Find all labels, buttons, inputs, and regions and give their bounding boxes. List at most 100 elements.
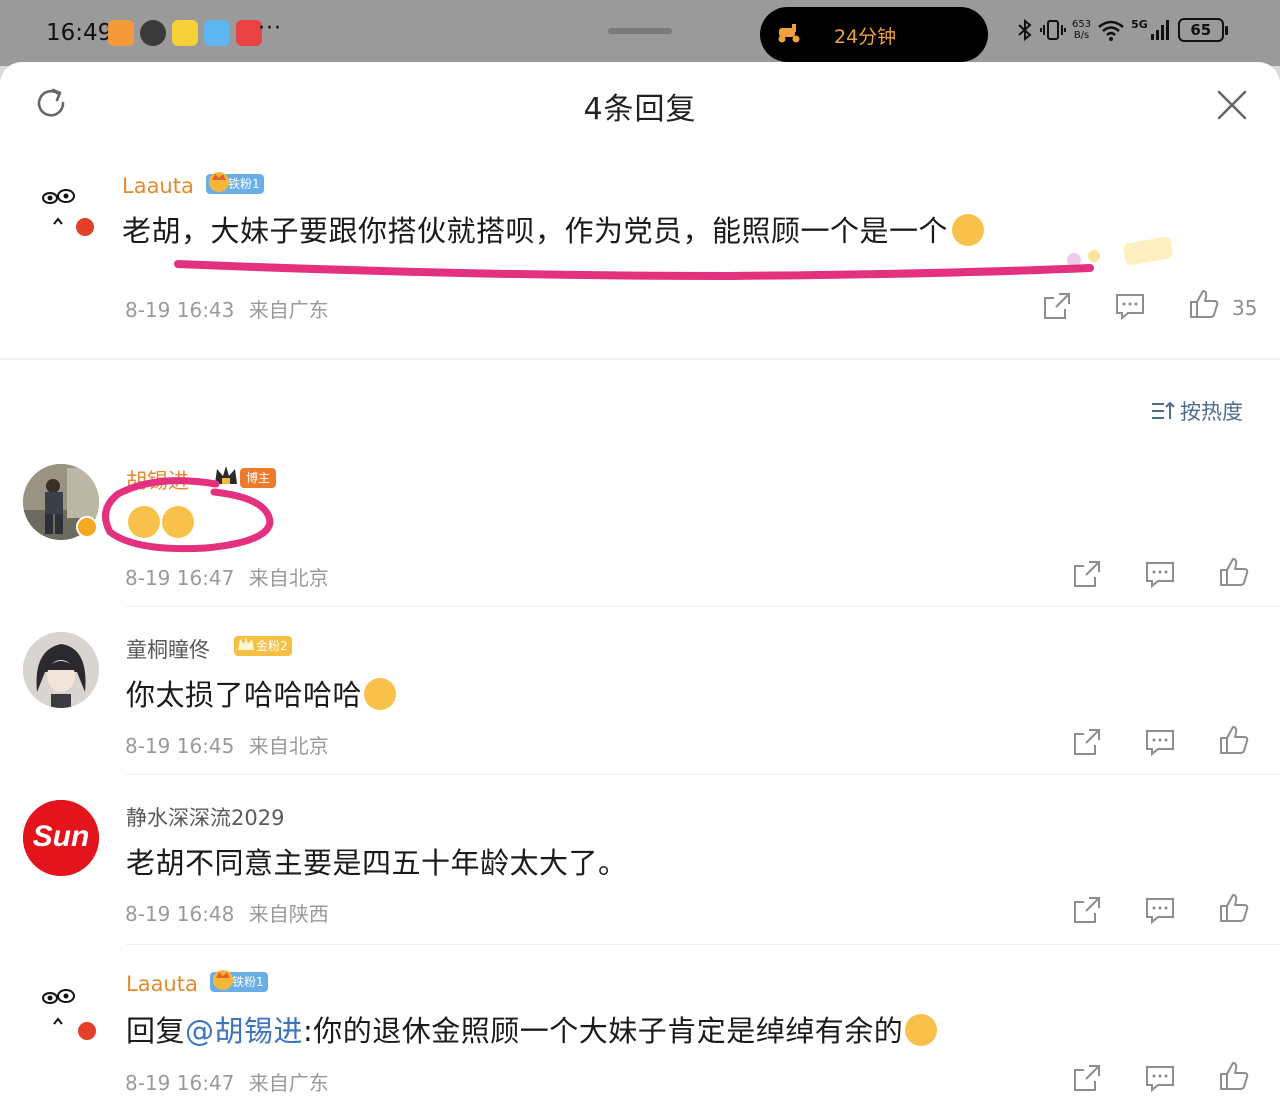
like-icon[interactable] (1218, 556, 1250, 588)
network-type: 5G (1131, 18, 1148, 31)
verified-v-badge-icon (76, 516, 98, 538)
taobao-app-icon (108, 20, 134, 46)
like-icon[interactable] (1218, 724, 1250, 756)
verified-badge-icon (76, 1020, 98, 1042)
avatar[interactable] (38, 976, 118, 1056)
like-icon[interactable] (1218, 1060, 1250, 1092)
net-speed-value: 653 (1072, 19, 1092, 30)
comment-icon[interactable] (1144, 894, 1176, 926)
reply-text: 回复@胡锡进:你的退休金照顾一个大妹子肯定是绰绰有余的 (126, 1008, 938, 1050)
reply-username[interactable]: 胡锡进 (126, 465, 189, 495)
fan-badge: 铁粉1 (206, 172, 264, 194)
reply-meta: 8-19 16:47 来自北京 (125, 562, 329, 591)
bluetooth-icon (1018, 18, 1032, 42)
like-icon[interactable] (1218, 892, 1250, 924)
share-icon[interactable] (1071, 1062, 1103, 1094)
like-count: 35 (1232, 296, 1258, 320)
share-icon[interactable] (1071, 726, 1103, 758)
status-time: 16:49 (46, 20, 113, 46)
avatar[interactable] (23, 632, 99, 708)
reply-meta: 8-19 16:47 来自广东 (125, 1067, 329, 1096)
sort-label: 按热度 (1180, 400, 1243, 424)
net-speed-unit: B/s (1073, 30, 1090, 41)
reply-time: 8-19 16:48 (125, 902, 235, 926)
reply-text (126, 506, 194, 540)
status-bar: 16:49 ··· 24分钟 653 B/s 5G 65 (0, 0, 1280, 66)
fan-badge: 铁粉1 (210, 970, 268, 992)
reply-meta: 8-19 16:45 来自北京 (125, 730, 329, 759)
doodle-face-icon (42, 189, 75, 225)
comment-icon[interactable] (1114, 290, 1146, 322)
dynamic-island[interactable]: 24分钟 (760, 7, 988, 62)
verified-badge-icon (74, 216, 96, 238)
signal-icon (1150, 20, 1169, 40)
scooter-icon (778, 24, 800, 43)
share-icon[interactable] (1071, 558, 1103, 590)
comment-icon[interactable] (1144, 726, 1176, 758)
yummy-emoji-icon (952, 214, 985, 246)
replies-sheet: 4条回复 Laauta 铁粉1 老胡，大妹子要跟你搭伙就搭呗，作为党员，能照顾一… (0, 62, 1280, 1099)
like-icon[interactable] (1188, 288, 1220, 320)
close-icon[interactable] (1215, 88, 1249, 122)
reply-username[interactable]: 童桐瞳佟 (126, 634, 210, 664)
reply-divider (126, 774, 1280, 775)
sheet-title: 4条回复 (583, 92, 697, 127)
drag-handle[interactable] (608, 28, 672, 34)
reply-time: 8-19 16:45 (125, 734, 235, 758)
reply-text: 老胡不同意主要是四五十年龄太大了。 (126, 846, 628, 880)
reply-divider (126, 606, 1280, 607)
notification-icons (108, 20, 262, 46)
section-divider (0, 358, 1280, 360)
sort-by-hot-button[interactable]: 按热度 (1150, 396, 1243, 426)
avatar[interactable] (38, 176, 118, 256)
reply-divider (126, 944, 1280, 945)
reply-username[interactable]: 静水深深流2029 (126, 802, 284, 832)
gold-fan-badge-label: 金粉2 (256, 639, 288, 653)
estp-sticker-icon (1067, 236, 1173, 267)
comment-text: 老胡，大妹子要跟你搭伙就搭呗，作为党员，能照顾一个是一个 (122, 208, 985, 250)
anime-avatar-icon (23, 632, 99, 708)
reply-prefix: 回复 (126, 1014, 186, 1048)
laugh-cry-emoji-icon (128, 506, 160, 538)
comment-icon[interactable] (1144, 558, 1176, 590)
gold-crown-icon (238, 637, 254, 650)
pink-underline-annotation (174, 260, 1094, 281)
reply-location: 来自北京 (248, 734, 329, 758)
crown-icon (213, 970, 233, 990)
reply-location: 来自北京 (248, 566, 329, 590)
reply-meta: 8-19 16:48 来自陕西 (125, 898, 329, 927)
comment-text-body: 老胡，大妹子要跟你搭伙就搭呗，作为党员，能照顾一个是一个 (122, 214, 949, 248)
meituan-app-icon (172, 20, 198, 46)
weather-app-icon (204, 20, 230, 46)
reply-text-body: 你太损了哈哈哈哈 (126, 678, 363, 712)
reply-username[interactable]: Laauta (126, 972, 198, 996)
vibrate-icon (1040, 20, 1066, 40)
gold-fan-badge: 金粉2 (234, 636, 292, 656)
share-icon[interactable] (1071, 894, 1103, 926)
avatar[interactable]: Sun (23, 800, 99, 876)
comment-icon[interactable] (1144, 1062, 1176, 1094)
laugh-cry-emoji-icon (162, 506, 194, 538)
mention-link[interactable]: @胡锡进 (185, 1014, 303, 1048)
wifi-icon (1098, 20, 1124, 41)
reply-time: 8-19 16:47 (125, 1071, 235, 1095)
fan-badge-label: 铁粉1 (232, 975, 264, 989)
comment-username[interactable]: Laauta (122, 174, 194, 198)
fan-badge-label: 铁粉1 (228, 177, 260, 191)
sun-logo-avatar-icon: Sun (23, 800, 99, 876)
comment-location: 来自广东 (248, 298, 329, 322)
battery-indicator: 65 (1177, 18, 1228, 42)
comment-time: 8-19 16:43 (125, 298, 235, 322)
root-comment: Laauta 铁粉1 老胡，大妹子要跟你搭伙就搭呗，作为党员，能照顾一个是一个 … (0, 162, 1280, 358)
reply-time: 8-19 16:47 (125, 566, 235, 590)
grin-emoji-icon (905, 1014, 938, 1046)
wechat-icon (140, 20, 166, 46)
blogger-badge: 博主 (240, 468, 277, 488)
crown-level-icon (212, 462, 240, 488)
sheet-header: 4条回复 (0, 62, 1280, 148)
comment-meta: 8-19 16:43 来自广东 (125, 294, 329, 323)
system-indicators: 653 B/s 5G 65 (1016, 18, 1228, 42)
share-icon[interactable] (1041, 290, 1073, 322)
reply-location: 来自广东 (248, 1071, 329, 1095)
sun-logo-text: Sun (33, 820, 90, 853)
